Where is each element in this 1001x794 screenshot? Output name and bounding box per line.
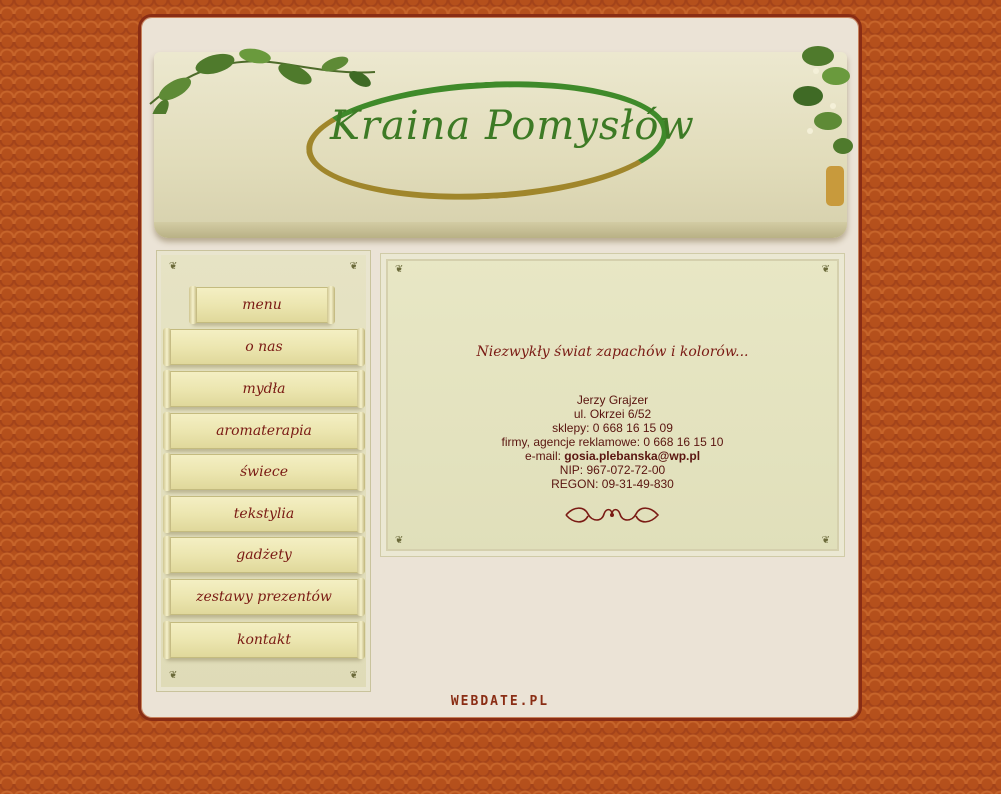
email-label: e-mail: [524, 449, 565, 463]
corner-ornament-icon: ❦ [821, 535, 830, 546]
nav-item-label: aromaterapia [216, 423, 312, 439]
scroll-roll [357, 328, 365, 366]
nav-item-label: zestawy prezentów [196, 589, 332, 605]
corner-ornament-icon: ❦ [395, 535, 404, 546]
ivy-leaves-icon [149, 48, 376, 114]
scroll-roll [163, 578, 171, 616]
nav-item-o-nas[interactable]: o nas [163, 328, 365, 366]
nav-item-kontakt[interactable]: kontakt [163, 621, 365, 659]
scroll-roll [357, 495, 365, 533]
nav-item-label: świece [239, 464, 289, 480]
contact-shops-phone: sklepy: 0 668 16 15 09 [552, 421, 673, 435]
scroll-edge [154, 222, 847, 238]
ivy-leaves-icon [793, 46, 853, 206]
nav-item-gadzety[interactable]: gadżety [163, 536, 365, 574]
nav-item-tekstylia[interactable]: tekstylia [163, 495, 365, 533]
corner-ornament-icon: ❦ [169, 670, 178, 681]
scroll-roll [163, 495, 171, 533]
scroll-roll [357, 453, 365, 491]
contact-companies-phone: firmy, agencje reklamowe: 0 668 16 15 10 [501, 435, 724, 449]
contact-address: ul. Okrzei 6/52 [573, 407, 652, 421]
scroll-roll [357, 370, 365, 408]
corner-ornament-icon: ❦ [349, 261, 358, 272]
email-link[interactable]: gosia.plebanska@wp.pl [564, 449, 700, 463]
flourish-ornament-icon [565, 507, 660, 523]
tagline: Niezwykły świat zapachów i kolorów... [476, 344, 749, 360]
corner-ornament-icon: ❦ [395, 264, 404, 275]
footer-credit-link[interactable]: WEBDATE.PL [430, 694, 570, 709]
content-panel: ❦ ❦ ❦ ❦ Niezwykły świat zapachów i kolor… [380, 253, 845, 557]
scroll-roll [357, 412, 365, 450]
scroll-roll [357, 621, 365, 659]
nav-item-menu[interactable]: menu [189, 286, 335, 324]
nav-item-label: o nas [245, 339, 283, 355]
scroll-roll [163, 370, 171, 408]
nav-item-label: menu [242, 297, 282, 313]
scroll-roll [163, 536, 171, 574]
scroll-roll [327, 286, 335, 324]
scroll-roll [163, 412, 171, 450]
scroll-roll [357, 536, 365, 574]
corner-ornament-icon: ❦ [169, 261, 178, 272]
scroll-roll [163, 328, 171, 366]
scroll-roll [189, 286, 197, 324]
nav-item-label: gadżety [236, 547, 292, 563]
contact-nip: NIP: 967-072-72-00 [559, 463, 666, 477]
corner-ornament-icon: ❦ [349, 670, 358, 681]
nav-item-zestawy-prezentow[interactable]: zestawy prezentów [163, 578, 365, 616]
nav-item-mydla[interactable]: mydła [163, 370, 365, 408]
nav-item-label: mydła [242, 381, 286, 397]
scroll-roll [357, 578, 365, 616]
nav-item-swiece[interactable]: świece [163, 453, 365, 491]
scroll-roll [163, 453, 171, 491]
contact-email-line: e-mail: gosia.plebanska@wp.pl [381, 449, 844, 463]
corner-ornament-icon: ❦ [821, 264, 830, 275]
scroll-roll [163, 621, 171, 659]
nav-item-label: tekstylia [233, 506, 295, 522]
contact-info: Jerzy Grajzer ul. Okrzei 6/52 sklepy: 0 … [381, 393, 844, 491]
nav-item-label: kontakt [236, 632, 291, 648]
contact-name: Jerzy Grajzer [576, 393, 649, 407]
contact-regon: REGON: 09-31-49-830 [551, 477, 674, 491]
nav-item-aromaterapia[interactable]: aromaterapia [163, 412, 365, 450]
site-logo[interactable]: Kraina Pomysłów [330, 103, 694, 149]
